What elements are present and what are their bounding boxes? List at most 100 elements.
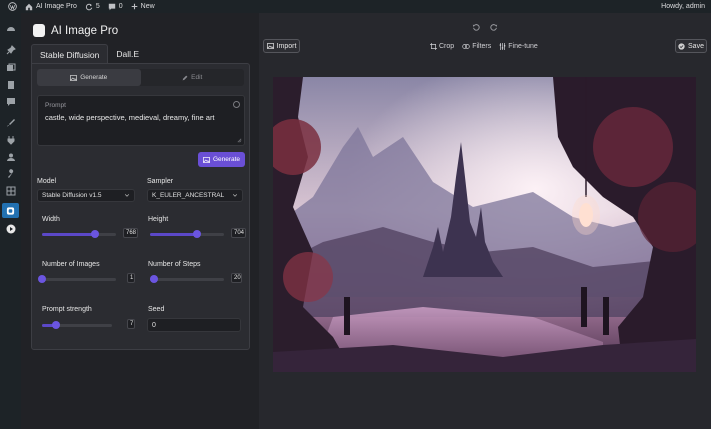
updates-link[interactable]: 5 bbox=[85, 3, 100, 11]
model-select[interactable]: Stable Diffusion v1.5 bbox=[37, 189, 135, 202]
site-name-link[interactable]: AI Image Pro bbox=[25, 3, 77, 11]
posts-pin-icon[interactable] bbox=[5, 44, 16, 55]
tools-wrench-icon[interactable] bbox=[5, 168, 16, 179]
updates-icon bbox=[85, 3, 93, 10]
sampler-label: Sampler bbox=[147, 178, 174, 185]
site-name-label: AI Image Pro bbox=[36, 3, 77, 10]
comments-link[interactable]: 0 bbox=[108, 3, 123, 11]
resize-handle-icon[interactable] bbox=[237, 138, 242, 143]
ai-image-pro-menu-icon[interactable] bbox=[2, 203, 19, 218]
model-label: Model bbox=[37, 178, 57, 185]
num-images-slider[interactable] bbox=[38, 275, 116, 284]
undo-icon[interactable] bbox=[472, 23, 480, 31]
howdy-user-link[interactable]: Howdy, admin bbox=[661, 3, 705, 10]
seed-label: Seed bbox=[148, 306, 165, 313]
app-title: AI Image Pro bbox=[51, 24, 119, 37]
wp-logo-icon[interactable] bbox=[8, 2, 17, 11]
finetune-label: Fine-tune bbox=[508, 43, 538, 50]
plugin-app: AI Image Pro Stable Diffusion Dall.E Gen… bbox=[21, 13, 711, 429]
editor-tools: Crop Filters Fine-tune bbox=[430, 43, 538, 50]
width-label: Width bbox=[42, 216, 60, 223]
left-panel: AI Image Pro Stable Diffusion Dall.E Gen… bbox=[21, 13, 259, 429]
slider-thumb[interactable] bbox=[149, 275, 158, 283]
save-label: Save bbox=[688, 42, 704, 50]
info-icon[interactable] bbox=[233, 101, 240, 108]
chevron-down-icon bbox=[232, 194, 238, 197]
height-slider[interactable] bbox=[150, 230, 224, 239]
width-value[interactable]: 768 bbox=[123, 228, 138, 238]
new-content-link[interactable]: New bbox=[131, 3, 155, 10]
settings-icon[interactable] bbox=[5, 185, 16, 196]
width-slider[interactable] bbox=[42, 230, 116, 239]
image-icon bbox=[202, 156, 210, 163]
screen: AI Image Pro 5 0 New Howdy, admin AI Ima… bbox=[0, 0, 711, 429]
generate-button-label: Generate bbox=[212, 156, 241, 163]
sliders-icon bbox=[499, 43, 506, 50]
num-steps-label: Number of Steps bbox=[148, 261, 201, 268]
app-logo-icon bbox=[33, 24, 45, 37]
image-icon bbox=[70, 74, 78, 81]
mode-generate-button[interactable]: Generate bbox=[37, 69, 141, 86]
seed-input[interactable]: 0 bbox=[147, 318, 241, 332]
generated-image bbox=[273, 77, 696, 372]
appearance-brush-icon[interactable] bbox=[5, 117, 16, 128]
app-logo: AI Image Pro bbox=[33, 24, 118, 37]
wp-admin-menu bbox=[0, 13, 21, 429]
sampler-select[interactable]: K_EULER_ANCESTRAL bbox=[147, 189, 243, 202]
redo-icon[interactable] bbox=[490, 23, 498, 31]
num-images-value[interactable]: 1 bbox=[127, 273, 135, 283]
prompt-strength-slider[interactable] bbox=[42, 321, 112, 330]
crop-label: Crop bbox=[439, 43, 455, 50]
prompt-value: castle, wide perspective, medieval, drea… bbox=[45, 113, 215, 122]
prompt-strength-label: Prompt strength bbox=[42, 306, 92, 313]
comment-icon bbox=[108, 3, 115, 10]
updates-count: 5 bbox=[95, 3, 100, 10]
crop-icon bbox=[430, 43, 437, 50]
finetune-tool-button[interactable]: Fine-tune bbox=[499, 43, 538, 50]
slider-thumb[interactable] bbox=[38, 275, 46, 283]
filters-icon bbox=[462, 44, 470, 49]
import-label: Import bbox=[276, 42, 297, 50]
check-circle-icon bbox=[678, 42, 685, 50]
settings-panel: Generate Edit Prompt castle, wide perspe… bbox=[31, 63, 250, 350]
slider-thumb[interactable] bbox=[192, 230, 201, 238]
num-images-label: Number of Images bbox=[42, 261, 100, 268]
engine-tabs: Stable Diffusion Dall.E bbox=[31, 44, 147, 65]
image-icon bbox=[266, 43, 274, 49]
model-value: Stable Diffusion v1.5 bbox=[42, 192, 102, 199]
crop-tool-button[interactable]: Crop bbox=[430, 43, 454, 50]
slider-fill bbox=[150, 233, 197, 236]
media-icon[interactable] bbox=[5, 62, 16, 73]
editor-panel: Import Crop Filters Fine-tune Save bbox=[259, 13, 711, 429]
tab-dall-e[interactable]: Dall.E bbox=[108, 44, 147, 65]
slider-thumb[interactable] bbox=[52, 321, 60, 329]
num-steps-value[interactable]: 20 bbox=[231, 273, 242, 283]
plus-icon bbox=[131, 3, 137, 10]
image-canvas[interactable] bbox=[273, 77, 696, 372]
comments-count: 0 bbox=[118, 3, 123, 10]
dashboard-icon[interactable] bbox=[5, 23, 16, 34]
collapse-menu-icon[interactable] bbox=[5, 223, 16, 234]
slider-thumb[interactable] bbox=[91, 230, 100, 238]
home-icon bbox=[25, 3, 33, 10]
history-controls bbox=[472, 23, 498, 31]
tab-stable-diffusion[interactable]: Stable Diffusion bbox=[31, 44, 109, 65]
mode-edit-label: Edit bbox=[191, 74, 203, 81]
save-button[interactable]: Save bbox=[675, 39, 707, 53]
pages-icon[interactable] bbox=[5, 79, 16, 90]
prompt-strength-value[interactable]: 7 bbox=[127, 319, 135, 329]
chevron-down-icon bbox=[124, 194, 130, 197]
plugins-icon[interactable] bbox=[5, 134, 16, 145]
height-label: Height bbox=[148, 216, 169, 223]
mode-edit-button[interactable]: Edit bbox=[141, 69, 245, 86]
filters-tool-button[interactable]: Filters bbox=[462, 43, 491, 50]
new-label: New bbox=[140, 3, 155, 10]
prompt-textarea[interactable]: Prompt castle, wide perspective, medieva… bbox=[37, 95, 245, 146]
import-button[interactable]: Import bbox=[263, 39, 300, 53]
comments-menu-icon[interactable] bbox=[5, 96, 16, 107]
generate-button[interactable]: Generate bbox=[198, 152, 245, 167]
admin-bar: AI Image Pro 5 0 New Howdy, admin bbox=[0, 0, 711, 13]
height-value[interactable]: 704 bbox=[231, 228, 246, 238]
num-steps-slider[interactable] bbox=[149, 275, 224, 284]
users-icon[interactable] bbox=[5, 151, 16, 162]
